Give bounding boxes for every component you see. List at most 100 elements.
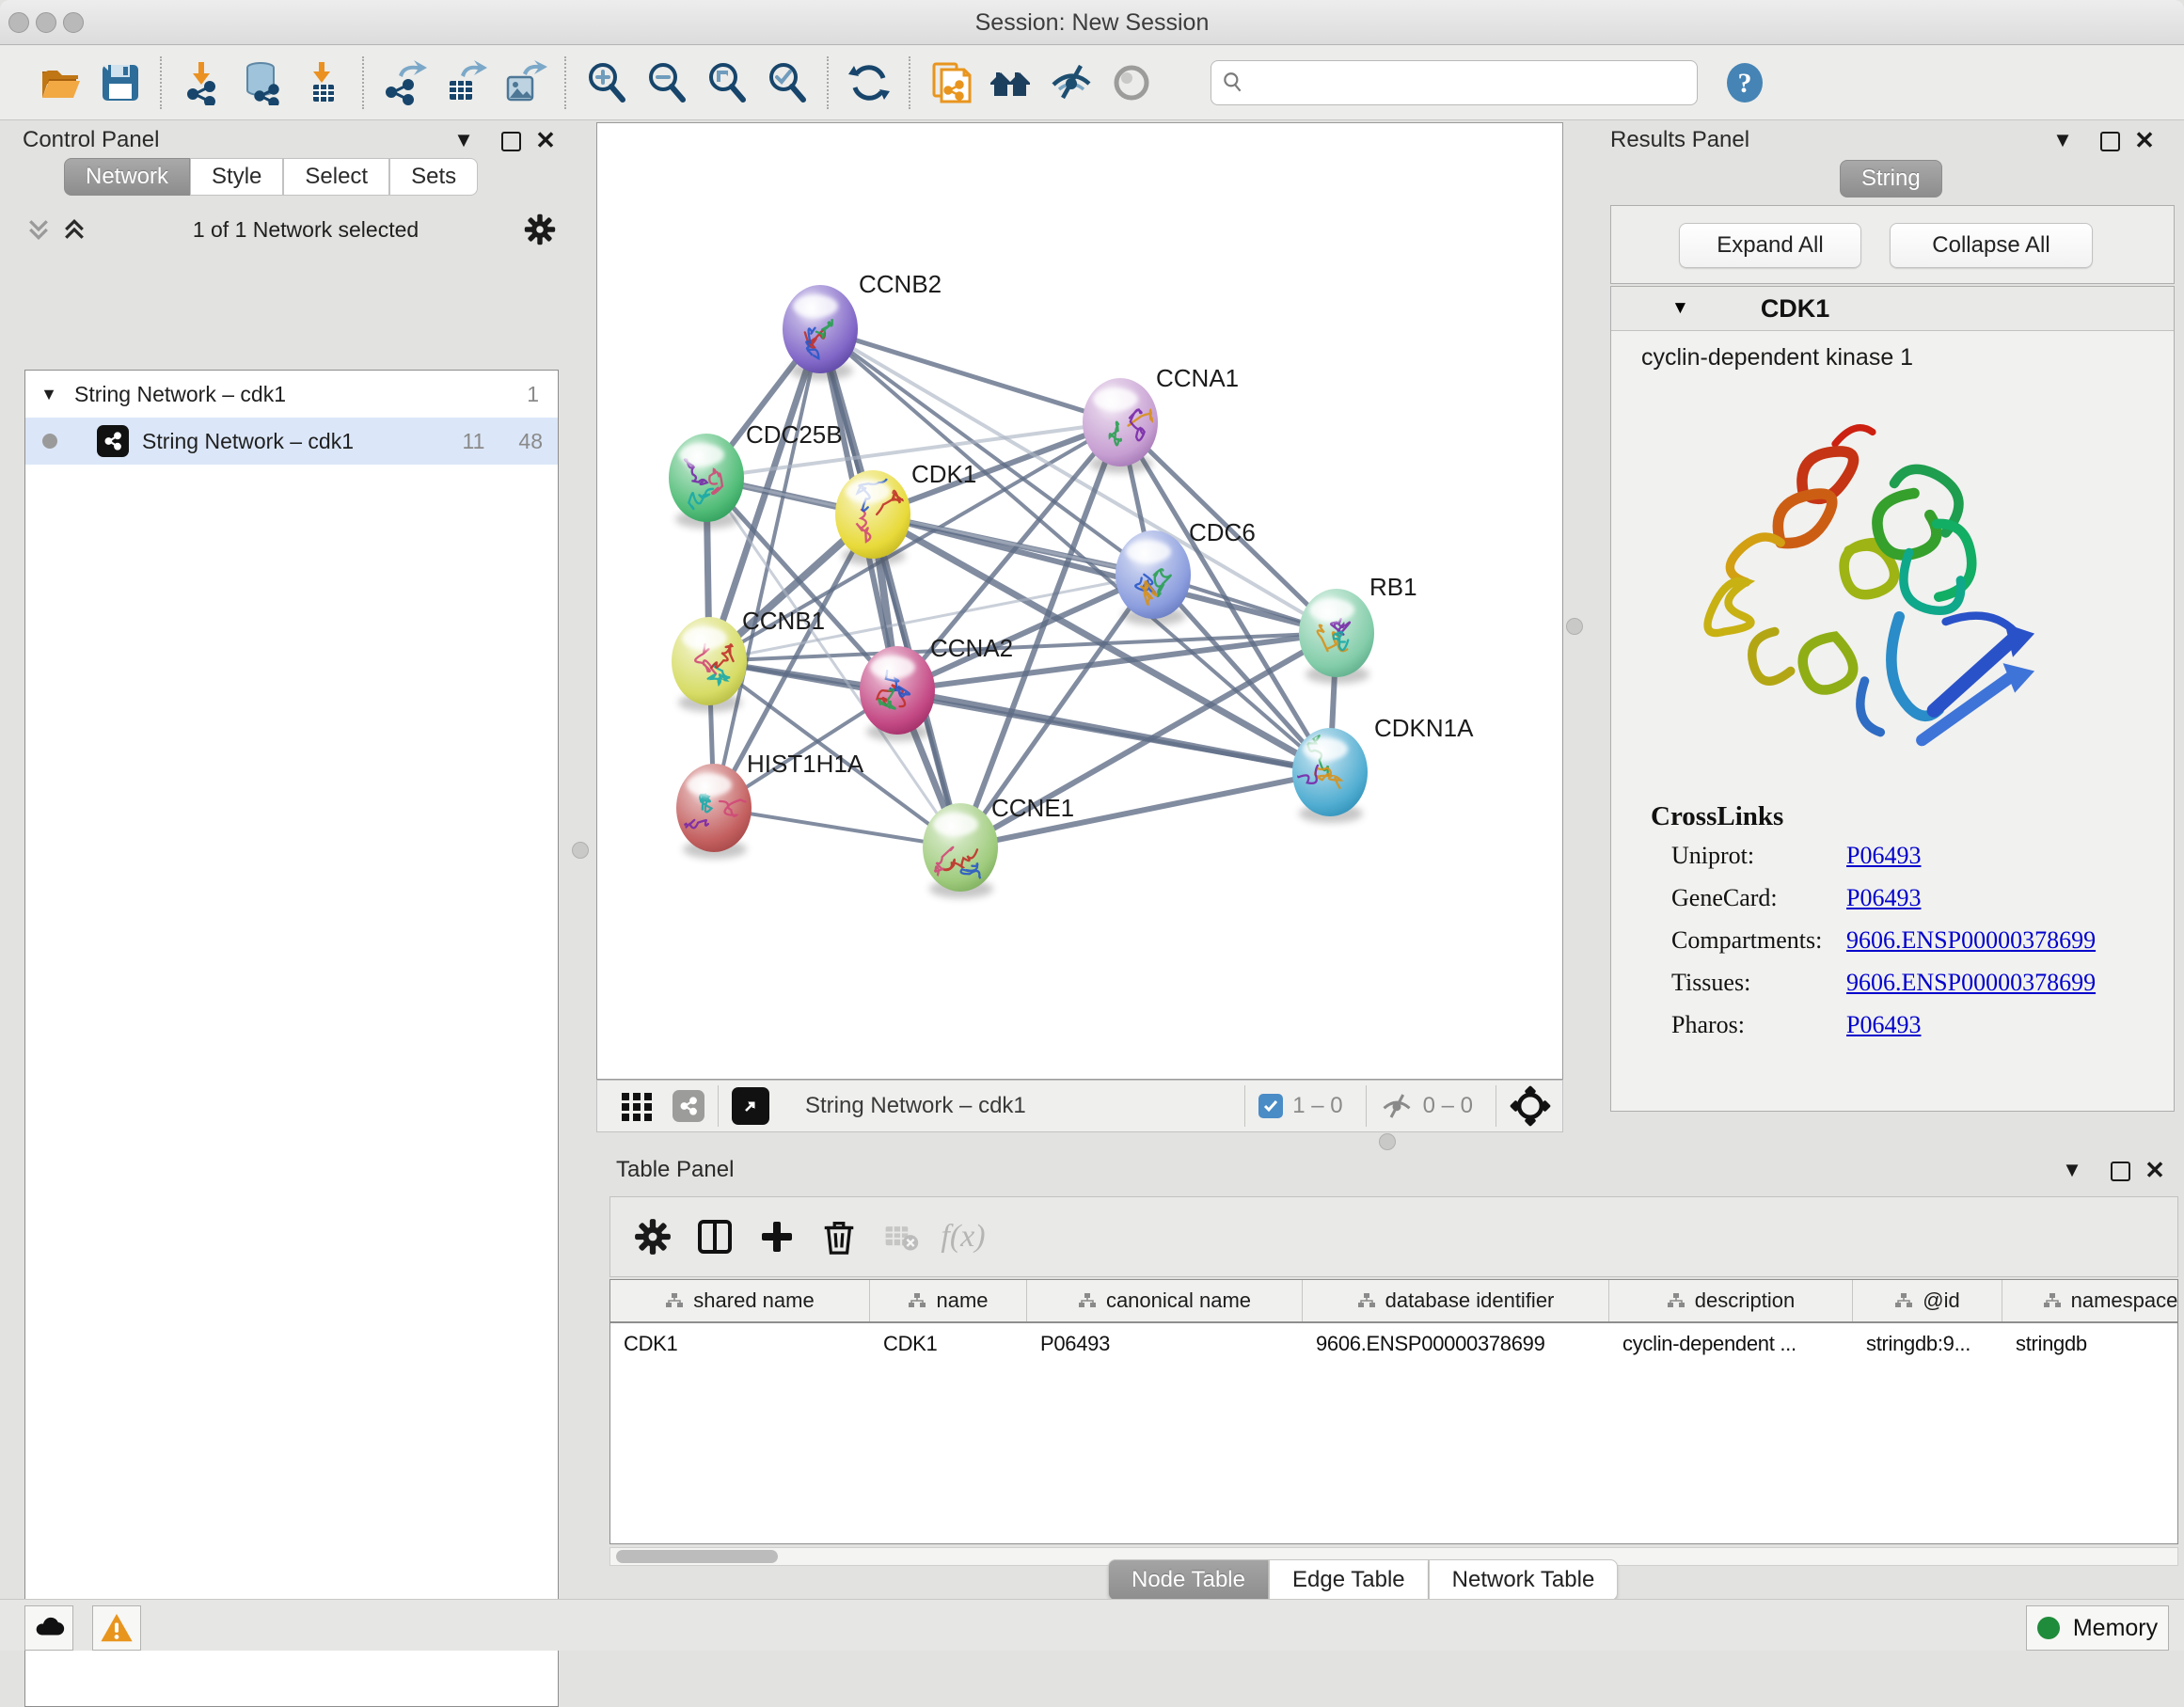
help-button[interactable]: ? <box>1715 54 1775 112</box>
crosslink-compartments-link[interactable]: 9606.ENSP00000378699 <box>1846 926 2174 955</box>
warning-status-button[interactable] <box>92 1605 141 1651</box>
export-table-button[interactable] <box>435 54 495 112</box>
protein-card-header[interactable]: ▼ CDK1 <box>1611 287 2174 331</box>
column-header-name[interactable]: name <box>870 1280 1027 1321</box>
cell-id[interactable]: stringdb:9... <box>1853 1323 2002 1365</box>
refresh-view-button[interactable] <box>839 54 899 112</box>
graph-node-RB1[interactable]: RB1 <box>1299 573 1417 684</box>
cell-name[interactable]: CDK1 <box>870 1323 1027 1365</box>
show-eye-button[interactable] <box>1101 54 1162 112</box>
cell-description[interactable]: cyclin-dependent ... <box>1609 1323 1853 1365</box>
crosslink-uniprot-link[interactable]: P06493 <box>1846 842 2174 870</box>
clone-network-button[interactable] <box>921 54 981 112</box>
control-panel-close-button[interactable]: ✕ <box>531 126 560 155</box>
collapse-triangle-icon[interactable]: ▼ <box>1671 298 1689 319</box>
tree-expand-triangle-icon[interactable]: ▼ <box>25 385 57 404</box>
show-columns-button[interactable] <box>684 1207 746 1267</box>
cell-sharedname[interactable]: CDK1 <box>610 1323 870 1365</box>
tab-string[interactable]: String <box>1840 160 1942 198</box>
column-header-description[interactable]: description <box>1609 1280 1853 1321</box>
toolbar-search <box>1211 60 1698 105</box>
graph-node-HIST1H1A[interactable]: HIST1H1A <box>676 750 864 859</box>
import-network-from-database-button[interactable] <box>232 54 293 112</box>
zoom-out-icon <box>644 60 689 105</box>
memory-button[interactable]: Memory <box>2026 1605 2169 1651</box>
column-header-canonicalname[interactable]: canonical name <box>1027 1280 1303 1321</box>
node-table-row[interactable]: CDK1CDK1P064939606.ENSP00000378699cyclin… <box>610 1323 2177 1365</box>
expand-all-button[interactable]: Expand All <box>1679 223 1861 268</box>
pan-crosshair-icon[interactable] <box>1510 1085 1551 1127</box>
tab-sets[interactable]: Sets <box>389 158 478 196</box>
network-collection-row[interactable]: ▼ String Network – cdk1 1 <box>25 371 558 418</box>
network-options-gear-icon[interactable] <box>523 213 557 246</box>
graph-node-CCNE1[interactable]: CCNE1 <box>921 794 1074 898</box>
export-image-button[interactable] <box>495 54 555 112</box>
crosslink-pharos-link[interactable]: P06493 <box>1846 1011 2174 1039</box>
network-view-canvas[interactable]: CCNB2CCNA1CDC25BCDK1CDC6RB1CCNB1CCNA2CDK… <box>596 122 1563 1080</box>
cloud-status-button[interactable] <box>24 1605 73 1651</box>
network-edge-count: 48 <box>518 429 543 454</box>
collection-count: 1 <box>527 382 539 407</box>
control-panel-float-button[interactable] <box>501 132 521 156</box>
control-panel-menu-button[interactable]: ▼ <box>450 128 478 152</box>
table-hscrollbar-thumb[interactable] <box>616 1550 778 1563</box>
graph-node-CDK1[interactable]: CDK1 <box>835 460 976 565</box>
network-state-dot-icon <box>42 434 57 449</box>
crosslink-genecard-link[interactable]: P06493 <box>1846 884 2174 912</box>
column-header-databaseidentifier[interactable]: database identifier <box>1303 1280 1609 1321</box>
zoom-selected-button[interactable] <box>757 54 817 112</box>
table-options-button[interactable] <box>622 1207 684 1267</box>
right-splitter-handle[interactable] <box>1566 618 1583 635</box>
export-network-button[interactable] <box>374 54 435 112</box>
string-network-graph[interactable]: CCNB2CCNA1CDC25BCDK1CDC6RB1CCNB1CCNA2CDK… <box>597 123 1562 1079</box>
column-header-sharedname[interactable]: shared name <box>610 1280 870 1321</box>
collapse-all-button[interactable]: Collapse All <box>1890 223 2093 268</box>
zoom-in-button[interactable] <box>577 54 637 112</box>
zoom-fit-icon <box>704 60 750 105</box>
cell-databaseidentifier[interactable]: 9606.ENSP00000378699 <box>1303 1323 1609 1365</box>
network-row[interactable]: String Network – cdk1 11 48 <box>25 418 558 465</box>
tab-network-table[interactable]: Network Table <box>1429 1559 1619 1601</box>
birds-eye-grid-icon[interactable] <box>618 1087 656 1125</box>
tab-select[interactable]: Select <box>283 158 389 196</box>
results-buttons-box: Expand All Collapse All <box>1610 205 2175 284</box>
save-session-button[interactable] <box>90 54 150 112</box>
zoom-in-icon <box>584 60 629 105</box>
open-in-window-button[interactable] <box>732 1087 769 1125</box>
crosslink-tissues-link[interactable]: 9606.ENSP00000378699 <box>1846 969 2174 997</box>
results-panel-float-button[interactable] <box>2100 132 2120 156</box>
graph-node-CCNA1[interactable]: CCNA1 <box>1083 364 1239 473</box>
cell-namespace[interactable]: stringdb <box>2002 1323 2178 1365</box>
tab-network[interactable]: Network <box>64 158 190 196</box>
create-column-button[interactable] <box>746 1207 808 1267</box>
selection-checkbox-icon[interactable] <box>1258 1094 1283 1118</box>
zoom-fit-button[interactable] <box>697 54 757 112</box>
results-panel-close-button[interactable]: ✕ <box>2130 126 2159 155</box>
tab-node-table[interactable]: Node Table <box>1108 1559 1269 1601</box>
table-panel-float-button[interactable] <box>2111 1162 2130 1186</box>
import-network-button[interactable] <box>172 54 232 112</box>
import-table-button[interactable] <box>293 54 353 112</box>
tab-edge-table[interactable]: Edge Table <box>1269 1559 1429 1601</box>
horizontal-splitter-handle[interactable] <box>1379 1133 1396 1150</box>
zoom-out-button[interactable] <box>637 54 697 112</box>
search-input[interactable] <box>1245 70 1687 96</box>
tab-style[interactable]: Style <box>190 158 283 196</box>
hide-panels-button[interactable] <box>1041 54 1101 112</box>
delete-column-button[interactable] <box>808 1207 870 1267</box>
table-panel-close-button[interactable]: ✕ <box>2141 1156 2169 1185</box>
delete-table-button[interactable] <box>870 1207 932 1267</box>
results-panel-menu-button[interactable]: ▼ <box>2049 128 2077 152</box>
function-builder-button[interactable]: f(x) <box>932 1207 994 1267</box>
collapse-all-icon[interactable] <box>24 215 53 244</box>
cell-canonicalname[interactable]: P06493 <box>1027 1323 1303 1365</box>
network-node-count: 11 <box>463 429 485 454</box>
column-header-namespace[interactable]: namespace <box>2002 1280 2178 1321</box>
eye-gray-icon <box>1109 60 1154 105</box>
left-splitter-handle[interactable] <box>572 842 589 859</box>
column-header-id[interactable]: @id <box>1853 1280 2002 1321</box>
show-all-networks-button[interactable] <box>981 54 1041 112</box>
expand-all-icon[interactable] <box>60 215 88 244</box>
table-panel-menu-button[interactable]: ▼ <box>2058 1158 2086 1182</box>
open-session-button[interactable] <box>30 54 90 112</box>
